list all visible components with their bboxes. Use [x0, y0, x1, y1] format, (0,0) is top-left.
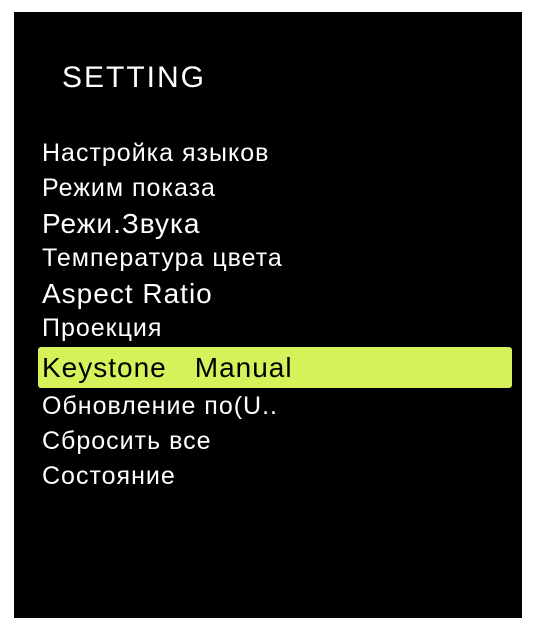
- settings-menu: Настройка языков Режим показа Режи.Звука…: [38, 136, 512, 494]
- menu-item-label: Режим показа: [42, 174, 216, 202]
- menu-item-label: Настройка языков: [42, 139, 270, 167]
- menu-item-value: Manual: [194, 352, 293, 383]
- menu-item-label: Температура цвета: [42, 244, 283, 272]
- menu-item-color-temperature[interactable]: Температура цвета: [38, 241, 512, 276]
- menu-item-projection[interactable]: Проекция: [38, 311, 512, 346]
- menu-item-sound-mode[interactable]: Режи.Звука: [38, 206, 512, 241]
- menu-title: SETTING: [62, 61, 207, 94]
- menu-item-label: Состояние: [42, 462, 176, 490]
- menu-item-label: Обновление по(U..: [42, 392, 279, 420]
- menu-item-software-update[interactable]: Обновление по(U..: [38, 389, 512, 424]
- menu-item-display-mode[interactable]: Режим показа: [38, 171, 512, 206]
- menu-item-language[interactable]: Настройка языков: [38, 136, 512, 171]
- menu-item-reset-all[interactable]: Сбросить все: [38, 424, 512, 459]
- settings-screen: SETTING Настройка языков Режим показа Ре…: [14, 12, 522, 618]
- menu-item-status[interactable]: Состояние: [38, 459, 512, 494]
- menu-item-keystone[interactable]: Keystone Manual: [38, 347, 512, 388]
- menu-item-aspect-ratio[interactable]: Aspect Ratio: [38, 276, 512, 311]
- menu-item-label: Сбросить все: [42, 427, 212, 455]
- menu-item-label: Режи.Звука: [42, 208, 201, 239]
- menu-item-label: Проекция: [42, 314, 163, 342]
- menu-item-label: Aspect Ratio: [42, 278, 213, 309]
- menu-item-label: Keystone: [42, 352, 167, 383]
